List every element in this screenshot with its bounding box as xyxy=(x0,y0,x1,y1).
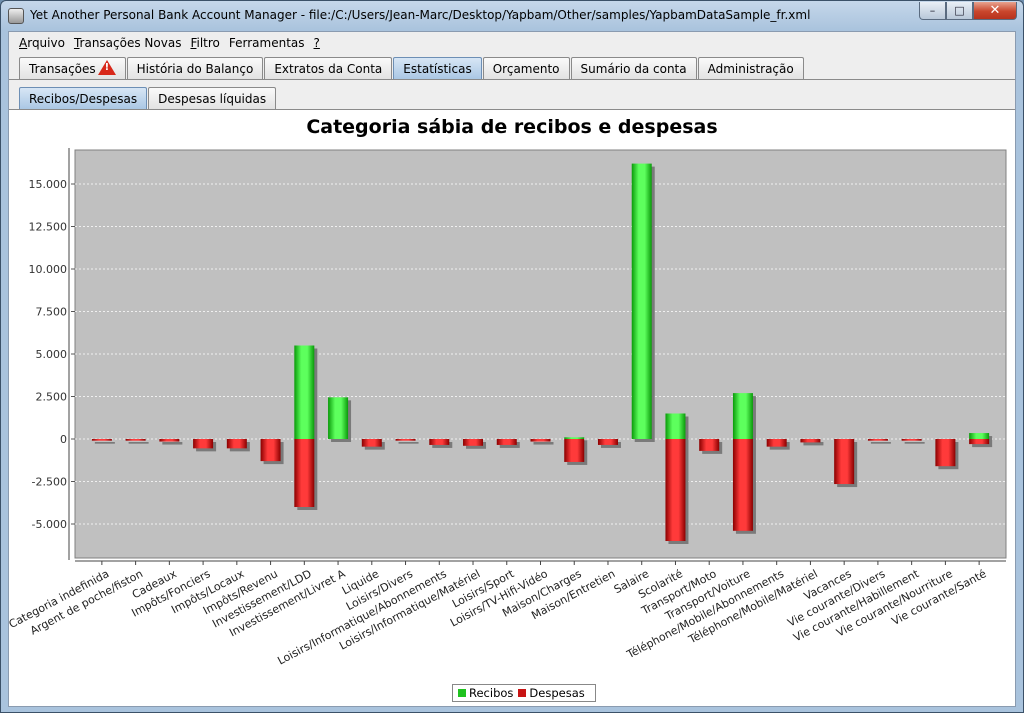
bar-shadow xyxy=(94,442,115,444)
bar-despesas xyxy=(935,439,956,467)
bar-despesas xyxy=(969,439,990,445)
tab-administracao[interactable]: Administração xyxy=(697,57,804,79)
bar-recibos xyxy=(328,397,349,439)
bar-despesas xyxy=(294,439,315,507)
client-area: Arquivo Transações Novas Filtro Ferramen… xyxy=(8,31,1016,707)
bar-despesas xyxy=(463,439,484,446)
chart-panel: Categoria sábia de recibos e despesas -5… xyxy=(9,110,1015,706)
bar-despesas xyxy=(800,439,821,443)
sub-tabs: Recibos/Despesas Despesas líquidas xyxy=(19,87,277,109)
legend-item-recibos: Recibos xyxy=(458,686,513,700)
bar-despesas xyxy=(91,439,112,441)
bar-despesas xyxy=(834,439,855,485)
bar-despesas xyxy=(496,439,517,445)
y-tick-label: 12.500 xyxy=(29,221,68,234)
menu-ferramentas[interactable]: Ferramentas xyxy=(229,36,305,50)
tab-estatisticas[interactable]: Estatísticas xyxy=(393,57,482,79)
y-tick-label: 2.500 xyxy=(36,391,68,404)
bar-recibos xyxy=(732,393,753,439)
warning-icon: ! xyxy=(97,60,116,75)
bar-shadow xyxy=(162,442,183,445)
bar-despesas xyxy=(699,439,720,451)
legend-label-recibos: Recibos xyxy=(469,686,514,700)
menu-help[interactable]: ? xyxy=(314,36,320,50)
main-tabs-border xyxy=(9,79,1015,80)
y-tick-label: 7.500 xyxy=(36,306,68,319)
tab-label: Transações xyxy=(29,61,96,76)
tab-recibos-despesas[interactable]: Recibos/Despesas xyxy=(19,87,148,109)
bar-recibos xyxy=(665,413,686,439)
bar-despesas xyxy=(159,439,180,442)
bar-shadow xyxy=(803,442,824,446)
minimize-button[interactable]: – xyxy=(919,2,946,20)
y-tick-label: -2.500 xyxy=(32,476,67,489)
bar-recibos xyxy=(564,437,585,439)
y-tick-label: -5.000 xyxy=(32,518,67,531)
tab-transacoes[interactable]: Transações! xyxy=(19,57,126,79)
bar-despesas xyxy=(125,439,146,441)
menu-filtro[interactable]: Filtro xyxy=(190,36,219,50)
bar-chart: -5.000 -2.500 0 2.500 5.000 7.500 10.000 12.500… xyxy=(9,148,1007,668)
bar-despesas xyxy=(395,439,416,441)
tab-despesas-liquidas[interactable]: Despesas líquidas xyxy=(148,87,277,109)
y-tick-label: 15.000 xyxy=(29,178,68,191)
bar-shadow xyxy=(533,442,554,445)
window-title: Yet Another Personal Bank Account Manage… xyxy=(30,8,811,22)
tab-sumario-da-conta[interactable]: Sumário da conta xyxy=(570,57,697,79)
bar-shadow xyxy=(128,442,149,444)
legend-swatch-despesas xyxy=(518,689,527,697)
menu-transacoes-novas[interactable]: Transações Novas xyxy=(74,36,182,50)
close-button[interactable]: ✕ xyxy=(973,2,1017,20)
bar-despesas xyxy=(260,439,281,462)
bar-despesas xyxy=(732,439,753,531)
bar-shadow xyxy=(904,442,925,444)
bar-recibos xyxy=(969,433,990,439)
title-bar[interactable]: Yet Another Personal Bank Account Manage… xyxy=(1,1,1023,31)
chart-legend: Recibos Despesas xyxy=(452,684,596,702)
bar-despesas xyxy=(530,439,551,442)
main-tabs: Transações! História do Balanço Extratos… xyxy=(19,57,805,79)
maximize-button[interactable]: □ xyxy=(946,2,973,20)
bar-despesas xyxy=(766,439,787,447)
bar-shadow xyxy=(398,442,419,444)
legend-item-despesas: Despesas xyxy=(518,686,585,700)
window-controls: – □ ✕ xyxy=(919,2,1017,20)
tab-orcamento[interactable]: Orçamento xyxy=(482,57,570,79)
bar-recibos xyxy=(631,163,652,439)
bar-recibos xyxy=(294,345,315,439)
bar-despesas xyxy=(226,439,247,449)
bar-despesas xyxy=(361,439,382,447)
legend-swatch-recibos xyxy=(458,689,466,697)
menu-arquivo[interactable]: Arquivo xyxy=(19,36,65,50)
bar-despesas xyxy=(867,439,888,441)
tab-extratos-da-conta[interactable]: Extratos da Conta xyxy=(264,57,393,79)
bar-despesas xyxy=(193,439,214,449)
bar-despesas xyxy=(901,439,922,441)
app-icon xyxy=(8,8,24,24)
bar-despesas xyxy=(564,439,585,462)
bar-despesas xyxy=(597,439,618,445)
tab-historia-do-balanco[interactable]: História do Balanço xyxy=(126,57,264,79)
app-window: Yet Another Personal Bank Account Manage… xyxy=(0,0,1024,713)
y-tick-label: 10.000 xyxy=(29,263,68,276)
y-tick-label: 0 xyxy=(60,433,67,446)
bar-despesas xyxy=(429,439,450,445)
legend-label-despesas: Despesas xyxy=(529,686,585,700)
bar-despesas xyxy=(665,439,686,541)
bar-shadow xyxy=(870,442,891,444)
y-tick-label: 5.000 xyxy=(36,348,68,361)
menu-bar: Arquivo Transações Novas Filtro Ferramen… xyxy=(9,32,1015,54)
